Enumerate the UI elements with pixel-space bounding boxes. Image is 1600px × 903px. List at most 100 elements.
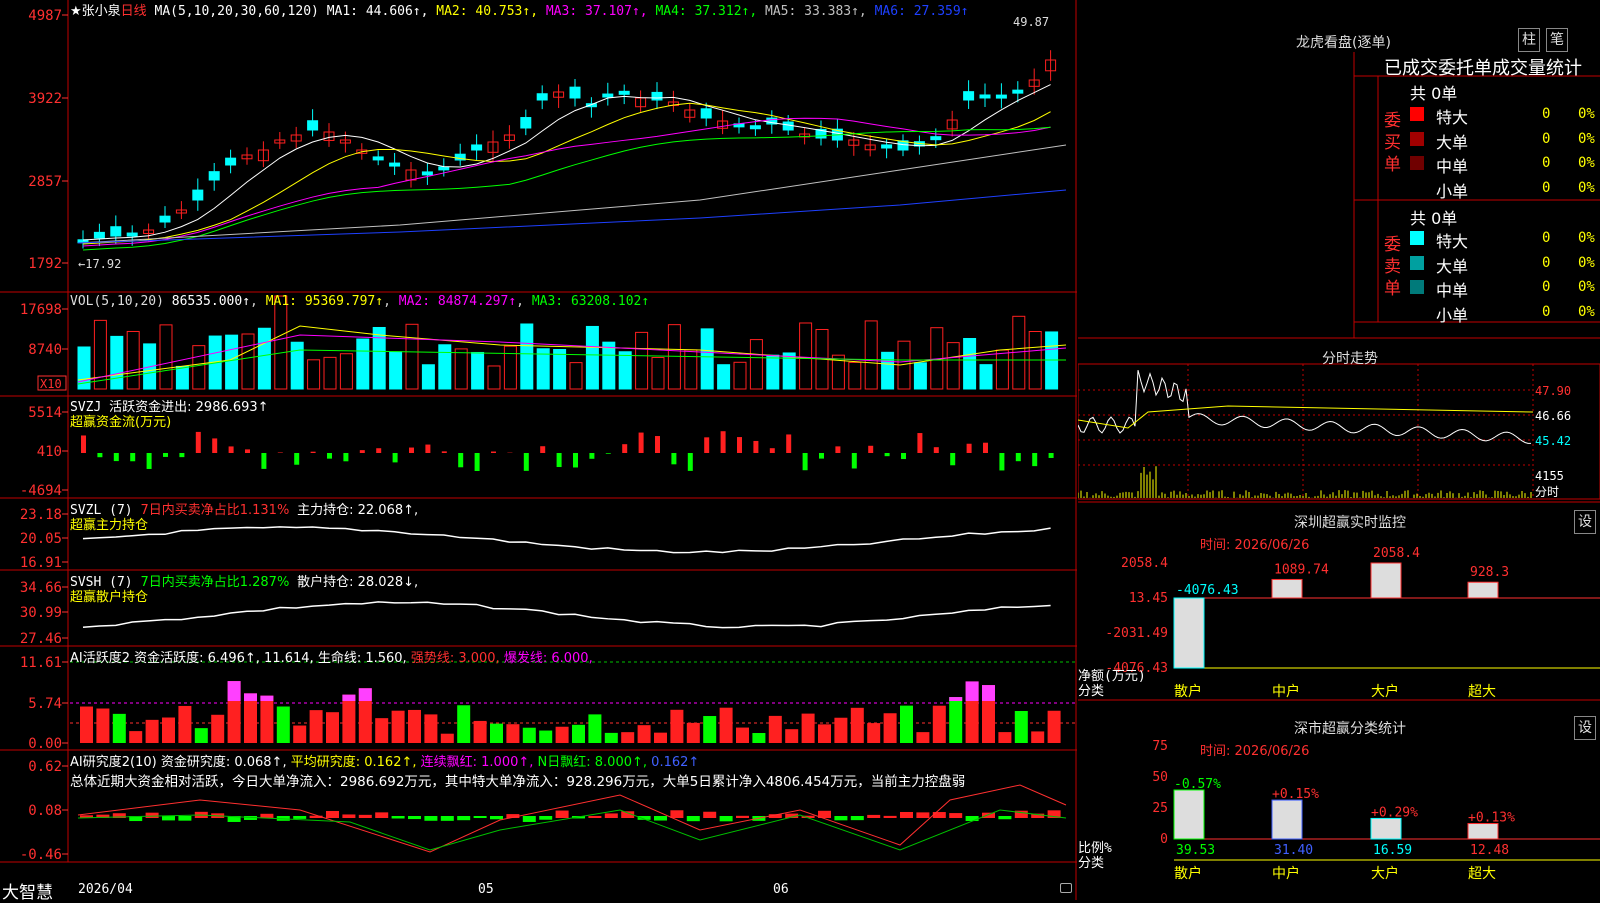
volume-row-0: 特大00% bbox=[1410, 104, 1600, 126]
candle bbox=[160, 216, 170, 222]
ai2-title: AI研究度2(10) bbox=[70, 755, 157, 770]
fund-flow-bar bbox=[81, 435, 86, 453]
fund-flow-bar bbox=[803, 453, 808, 470]
buy-total: 共 0单 bbox=[1410, 80, 1457, 104]
sell-total: 共 0单 bbox=[1410, 205, 1457, 229]
sz-monitor-time: 时间: 2026/06/26 bbox=[1200, 534, 1309, 553]
research-bar bbox=[966, 816, 979, 821]
volume-bar bbox=[472, 352, 484, 389]
sz-class-title: 深市超赢分类统计 bbox=[1100, 718, 1600, 738]
sz-monitor-xlabel: 分类 bbox=[1078, 684, 1104, 699]
activity-bar bbox=[834, 718, 847, 743]
activity-bar bbox=[867, 723, 880, 743]
fund-flow-bar bbox=[163, 453, 168, 457]
ai2-label: 资金研究度: 0.068↑, bbox=[161, 755, 287, 770]
fund-flow-bar bbox=[1049, 453, 1054, 458]
y-tick-label: 0.62 bbox=[28, 759, 62, 775]
fund-flow-bar bbox=[934, 447, 939, 453]
sz-class-category: 散户 bbox=[1174, 865, 1202, 882]
fund-flow-bar bbox=[409, 448, 414, 453]
dragon-header: 已成交委托单成交量统计 bbox=[1384, 54, 1582, 80]
tab-bar-view[interactable]: 柱 bbox=[1518, 28, 1540, 52]
main-legend: ★张小泉日线 MA(5,10,20,30,60,120) MA1: 44.606… bbox=[70, 0, 969, 19]
volume-row-1: 大单00% bbox=[1410, 253, 1600, 275]
ma3-value: MA3: 37.107↑, bbox=[546, 4, 656, 19]
activity-bar bbox=[80, 707, 93, 743]
sz-class-bar bbox=[1468, 824, 1498, 839]
research-bar bbox=[982, 813, 995, 818]
fund-flow-bar bbox=[294, 453, 299, 465]
svsh-label: 散户持仓: 28.028↓, bbox=[297, 575, 418, 590]
tab-tick-view[interactable]: 笔 bbox=[1546, 28, 1568, 52]
activity-bar bbox=[326, 712, 339, 743]
activity-bar bbox=[572, 725, 585, 743]
activity-bar bbox=[342, 695, 355, 743]
sz-monitor-bar bbox=[1174, 598, 1204, 668]
lock-icon[interactable] bbox=[1060, 883, 1072, 893]
activity-bar bbox=[375, 718, 388, 743]
volume-bar bbox=[488, 366, 500, 389]
y-tick-label: 23.18 bbox=[20, 507, 62, 523]
row-count: 0 bbox=[1542, 304, 1550, 320]
activity-burst-bar bbox=[966, 681, 979, 701]
y-tick-label: 410 bbox=[37, 444, 62, 460]
sz-class-change: +0.15% bbox=[1272, 787, 1319, 802]
row-count: 0 bbox=[1542, 279, 1550, 295]
candle bbox=[882, 145, 892, 148]
activity-bar bbox=[916, 732, 929, 743]
volume-bar bbox=[226, 335, 238, 389]
brand-logo: 大智慧 bbox=[2, 878, 53, 903]
activity-bar bbox=[802, 714, 815, 743]
row-percent: 0% bbox=[1578, 106, 1595, 122]
candle bbox=[619, 91, 629, 94]
ai1-burst: 爆发线: 6.000, bbox=[504, 651, 593, 666]
fund-flow-bar bbox=[901, 453, 906, 459]
volume-row-3: 小单00% bbox=[1410, 178, 1600, 200]
volume-bar bbox=[275, 296, 287, 389]
svsh-sub: 超赢散户持仓 bbox=[70, 586, 148, 605]
vol-title: VOL(5,10,20) bbox=[70, 294, 164, 309]
sz-class-ytick: 25 bbox=[1152, 801, 1168, 816]
color-swatch-icon bbox=[1410, 256, 1424, 270]
fund-flow-bar bbox=[786, 434, 791, 453]
ai1-legend: AI活跃度2 资金活跃度: 6.496↑, 11.614, 生命线: 1.560… bbox=[70, 647, 593, 666]
row-count: 0 bbox=[1542, 180, 1550, 196]
fund-flow-bar bbox=[671, 453, 676, 464]
ma-values: MA1: 44.606↑, MA2: 40.753↑, MA3: 37.107↑… bbox=[327, 4, 969, 19]
candle bbox=[750, 126, 760, 129]
research-bar bbox=[457, 816, 470, 820]
row-name: 小单 bbox=[1436, 178, 1468, 202]
sz-monitor-category: 散户 bbox=[1174, 683, 1202, 700]
activity-bar bbox=[720, 708, 733, 743]
activity-bar bbox=[752, 733, 765, 743]
research-bar bbox=[884, 816, 897, 818]
fund-flow-bar bbox=[589, 453, 594, 459]
sz-monitor-ytick: 2058.4 bbox=[1121, 556, 1168, 571]
research-bar bbox=[441, 816, 454, 821]
activity-burst-bar bbox=[982, 685, 995, 701]
period-label: 日线 bbox=[121, 4, 147, 19]
color-swatch-icon bbox=[1410, 132, 1424, 146]
fund-flow-bar bbox=[688, 453, 693, 471]
activity-bar bbox=[474, 721, 487, 743]
research-bar bbox=[424, 816, 437, 821]
sz-monitor-settings-button[interactable]: 设 bbox=[1574, 510, 1596, 534]
sz-monitor-ylabel: 净额(万元) bbox=[1078, 669, 1146, 684]
fund-flow-bar bbox=[147, 453, 152, 469]
research-bar bbox=[342, 814, 355, 818]
sz-monitor-bar bbox=[1371, 563, 1401, 598]
row-count: 0 bbox=[1542, 155, 1550, 171]
row-name: 小单 bbox=[1436, 302, 1468, 326]
sz-monitor-value: 1089.74 bbox=[1274, 562, 1329, 577]
svzl-label: 主力持仓: 22.068↑, bbox=[297, 503, 418, 518]
row-percent: 0% bbox=[1578, 155, 1595, 171]
volume-bar bbox=[504, 346, 516, 389]
activity-bar bbox=[1031, 731, 1044, 743]
activity-bar bbox=[523, 728, 536, 743]
intraday-price-mid: 46.66 bbox=[1535, 409, 1571, 423]
volume-row-1: 大单00% bbox=[1410, 129, 1600, 151]
sz-class-ylabel: 比例% bbox=[1078, 841, 1112, 856]
sz-class-settings-button[interactable]: 设 bbox=[1574, 716, 1596, 740]
volume-row-2: 中单00% bbox=[1410, 153, 1600, 175]
volume-bar bbox=[111, 336, 123, 389]
